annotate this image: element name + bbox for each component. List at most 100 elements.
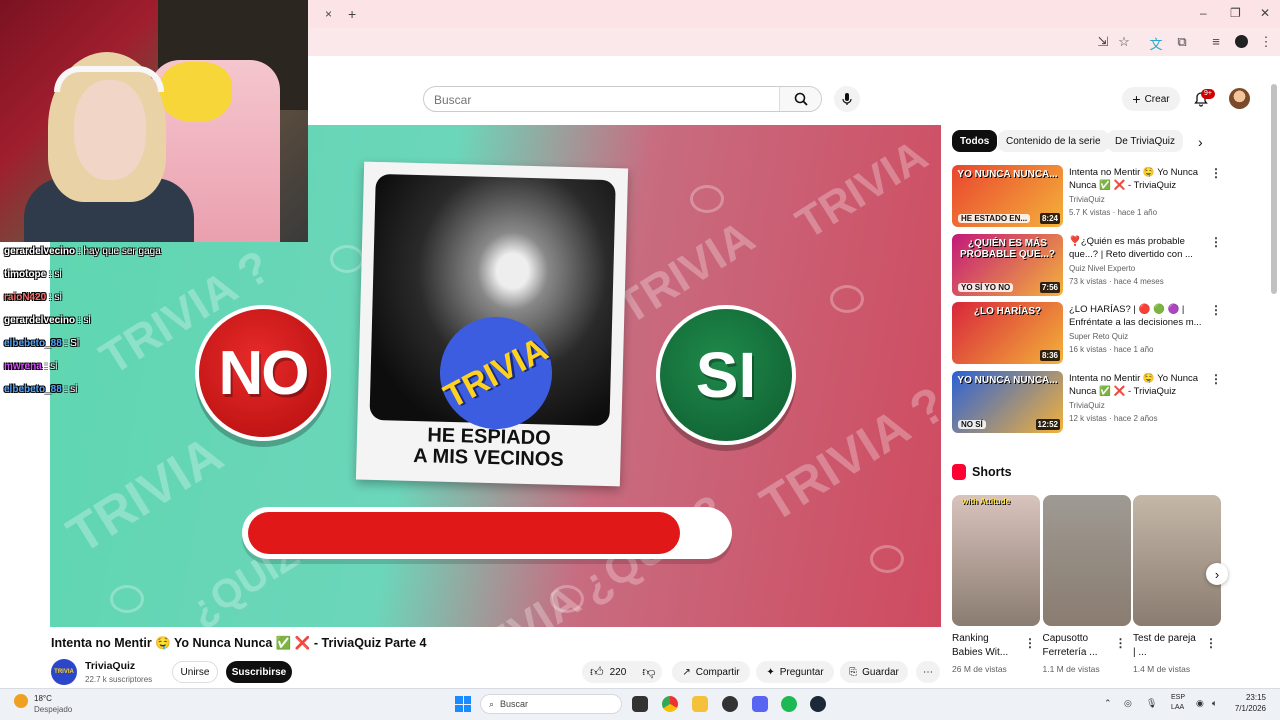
clock-time[interactable]: 23:15 (1232, 693, 1266, 702)
chat-text: : si (75, 315, 91, 326)
page-scrollbar[interactable] (1271, 84, 1277, 294)
recommendation-title[interactable]: ❣️¿Quién es más probable que...? | Reto … (1069, 235, 1203, 261)
steam-icon[interactable] (810, 696, 826, 712)
recommendation-title[interactable]: Intenta no Mentir 🤤 Yo Nunca Nunca ✅ ❌ -… (1069, 372, 1203, 398)
save-button[interactable]: ⎘ Guardar (840, 661, 908, 683)
video-duration: 8:24 (1039, 213, 1060, 224)
channel-avatar[interactable]: TRIVIA (51, 659, 77, 685)
chat-text: : si (46, 269, 62, 280)
streamer-webcam (0, 0, 308, 242)
voice-search-button[interactable] (834, 86, 860, 112)
thumbnail-no-circle: NO (195, 305, 331, 441)
minimize-button[interactable]: – (1200, 6, 1207, 20)
search-input[interactable] (434, 91, 774, 108)
obs-icon[interactable] (722, 696, 738, 712)
thumbs-up-icon[interactable]: 👍︎ (590, 664, 604, 680)
extensions-icon[interactable]: ⧉ (1174, 34, 1190, 50)
recommendation-thumbnail[interactable]: YO NUNCA NUNCA... NO SÍ 12:52 (952, 370, 1063, 433)
ask-button[interactable]: ✦ Preguntar (756, 661, 834, 683)
more-vertical-icon[interactable]: ⋮ (1205, 636, 1217, 650)
chat-text: : si (41, 361, 58, 372)
chat-message: elbebeto_88 : si (4, 378, 161, 401)
notification-count-badge: 9+ (1201, 89, 1215, 99)
file-explorer-icon[interactable] (692, 696, 708, 712)
windows-start-icon[interactable] (455, 696, 471, 712)
task-view-icon[interactable] (632, 696, 648, 712)
translate-icon[interactable]: 文 (1148, 34, 1164, 53)
subscriber-count: 22.7 k suscriptores (85, 675, 153, 684)
share-button[interactable]: ↗ Compartir (672, 661, 750, 683)
tray-wifi-icon[interactable]: ◉ (1196, 698, 1204, 709)
create-button[interactable]: + Crear (1122, 87, 1180, 111)
sparkle-icon: ✦ (766, 666, 775, 678)
chat-text: : si (46, 292, 62, 303)
chat-username: gerardelvecino (4, 315, 76, 326)
join-button[interactable]: Unirse (172, 661, 218, 683)
recommendation-channel[interactable]: TriviaQuiz (1069, 401, 1105, 410)
more-vertical-icon[interactable]: ⋮ (1210, 166, 1222, 180)
more-vertical-icon[interactable]: ⋮ (1210, 303, 1222, 317)
plus-icon: + (1132, 91, 1141, 107)
recommendation-channel[interactable]: TriviaQuiz (1069, 195, 1105, 204)
tray-network-icon[interactable]: ◎ (1124, 698, 1132, 709)
thumbnail-caption: ¿LO HARÍAS? (973, 306, 1042, 317)
browser-menu-icon[interactable]: ⋮ (1258, 34, 1274, 50)
chip-series[interactable]: Contenido de la serie (998, 130, 1109, 152)
install-icon[interactable]: ⇲ (1095, 34, 1111, 50)
tab-close-button[interactable]: × (325, 7, 332, 21)
tray-mic-icon[interactable]: 🎙︎ (1146, 698, 1157, 709)
short-title[interactable]: Test de pareja | ... (1133, 632, 1199, 660)
chip-channel[interactable]: De TriviaQuiz (1107, 130, 1184, 152)
search-button[interactable] (779, 87, 821, 111)
short-overlay-text: with Attitude (962, 497, 1011, 506)
short-thumbnail[interactable] (1133, 495, 1221, 626)
channel-name[interactable]: TriviaQuiz (85, 660, 135, 672)
weather-temp[interactable]: 18°C (34, 694, 52, 703)
chat-username: raioN420 (4, 292, 47, 303)
chip-todos[interactable]: Todos (952, 130, 998, 152)
more-vertical-icon[interactable]: ⋮ (1024, 636, 1036, 650)
account-avatar[interactable] (1229, 88, 1250, 109)
media-controls-icon[interactable]: ≡ (1208, 34, 1224, 49)
short-thumbnail[interactable]: with Attitude (952, 495, 1040, 626)
recommendation-thumbnail[interactable]: YO NUNCA NUNCA... HE ESTADO EN... 8:24 (952, 165, 1063, 227)
recommendation-title[interactable]: ¿LO HARÍAS? | 🔴 🟢 🟣 | Enfréntate a las d… (1069, 303, 1203, 329)
subscribe-button[interactable]: Suscribirse (226, 661, 292, 683)
taskbar-search[interactable]: ⌕ Buscar (480, 694, 622, 714)
profile-icon[interactable] (1235, 35, 1248, 48)
chevron-right-icon[interactable]: › (1198, 134, 1203, 150)
discord-icon[interactable] (752, 696, 768, 712)
share-icon: ↗ (682, 666, 691, 678)
more-vertical-icon[interactable]: ⋮ (1210, 372, 1222, 386)
new-tab-button[interactable]: + (348, 6, 356, 22)
search-box[interactable] (423, 86, 822, 112)
clock-date[interactable]: 7/1/2026 (1228, 704, 1266, 713)
shorts-next-button[interactable]: › (1206, 563, 1228, 585)
short-title[interactable]: Capusotto Ferretería ... (1043, 632, 1109, 660)
weather-icon[interactable] (14, 694, 28, 708)
more-actions-button[interactable]: ⋯ (916, 661, 940, 683)
thumbs-down-icon[interactable]: 👎︎ (642, 664, 655, 680)
lang-layout[interactable]: LAA (1171, 704, 1184, 711)
short-title[interactable]: Ranking Babies Wit... (952, 632, 1018, 660)
recommendation-title[interactable]: Intenta no Mentir 🤤 Yo Nunca Nunca ✅ ❌ -… (1069, 166, 1203, 192)
tray-volume-icon[interactable]: 🔈︎ (1212, 698, 1217, 709)
spotify-icon[interactable] (781, 696, 797, 712)
recommendation-channel[interactable]: Super Reto Quiz (1069, 332, 1128, 341)
thumbnail-caption: YO NUNCA NUNCA... (957, 169, 1058, 180)
recommendation-thumbnail[interactable]: ¿LO HARÍAS? 8:36 (952, 302, 1063, 364)
more-vertical-icon[interactable]: ⋮ (1115, 636, 1127, 650)
recommendation-meta: 5.7 K vistas · hace 1 año (1069, 208, 1158, 217)
recommendation-channel[interactable]: Quiz Nivel Experto (1069, 264, 1135, 273)
bookmark-star-icon[interactable]: ☆ (1116, 34, 1132, 50)
chrome-icon[interactable] (662, 696, 678, 712)
short-thumbnail[interactable] (1042, 495, 1131, 626)
like-dislike-group[interactable]: 👍︎ 220 👎︎ (582, 661, 662, 683)
lang-code[interactable]: ESP (1171, 694, 1185, 701)
tray-chevron-icon[interactable]: ⌃ (1104, 698, 1112, 709)
more-vertical-icon[interactable]: ⋮ (1210, 235, 1222, 249)
close-window-button[interactable]: ✕ (1260, 6, 1270, 20)
recommendation-thumbnail[interactable]: ¿QUIÉN ES MÁS PROBABLE QUE...? YO SÍ YO N… (952, 233, 1063, 296)
recommendation-meta: 12 k vistas · hace 2 años (1069, 413, 1158, 423)
maximize-button[interactable]: ❐ (1230, 6, 1241, 20)
